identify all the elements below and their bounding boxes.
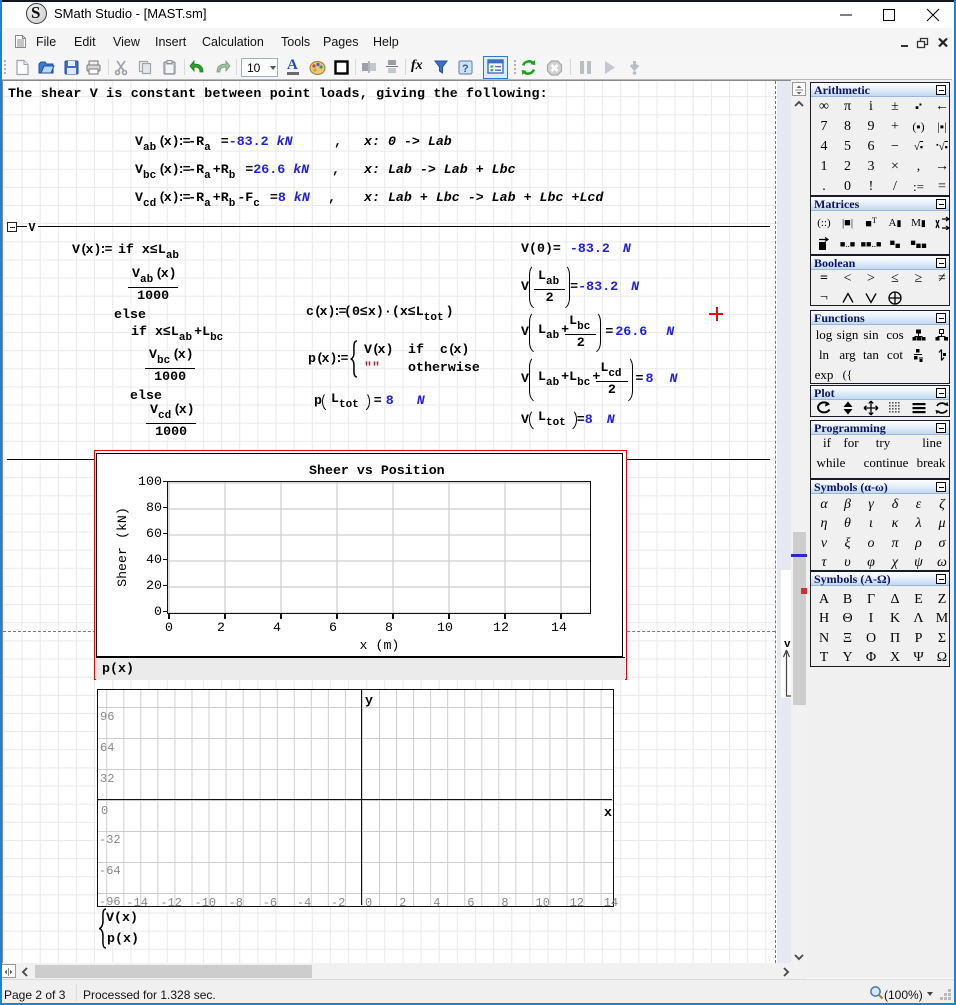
svg-text:v: v <box>784 639 791 651</box>
svg-text:?: ? <box>462 63 469 75</box>
